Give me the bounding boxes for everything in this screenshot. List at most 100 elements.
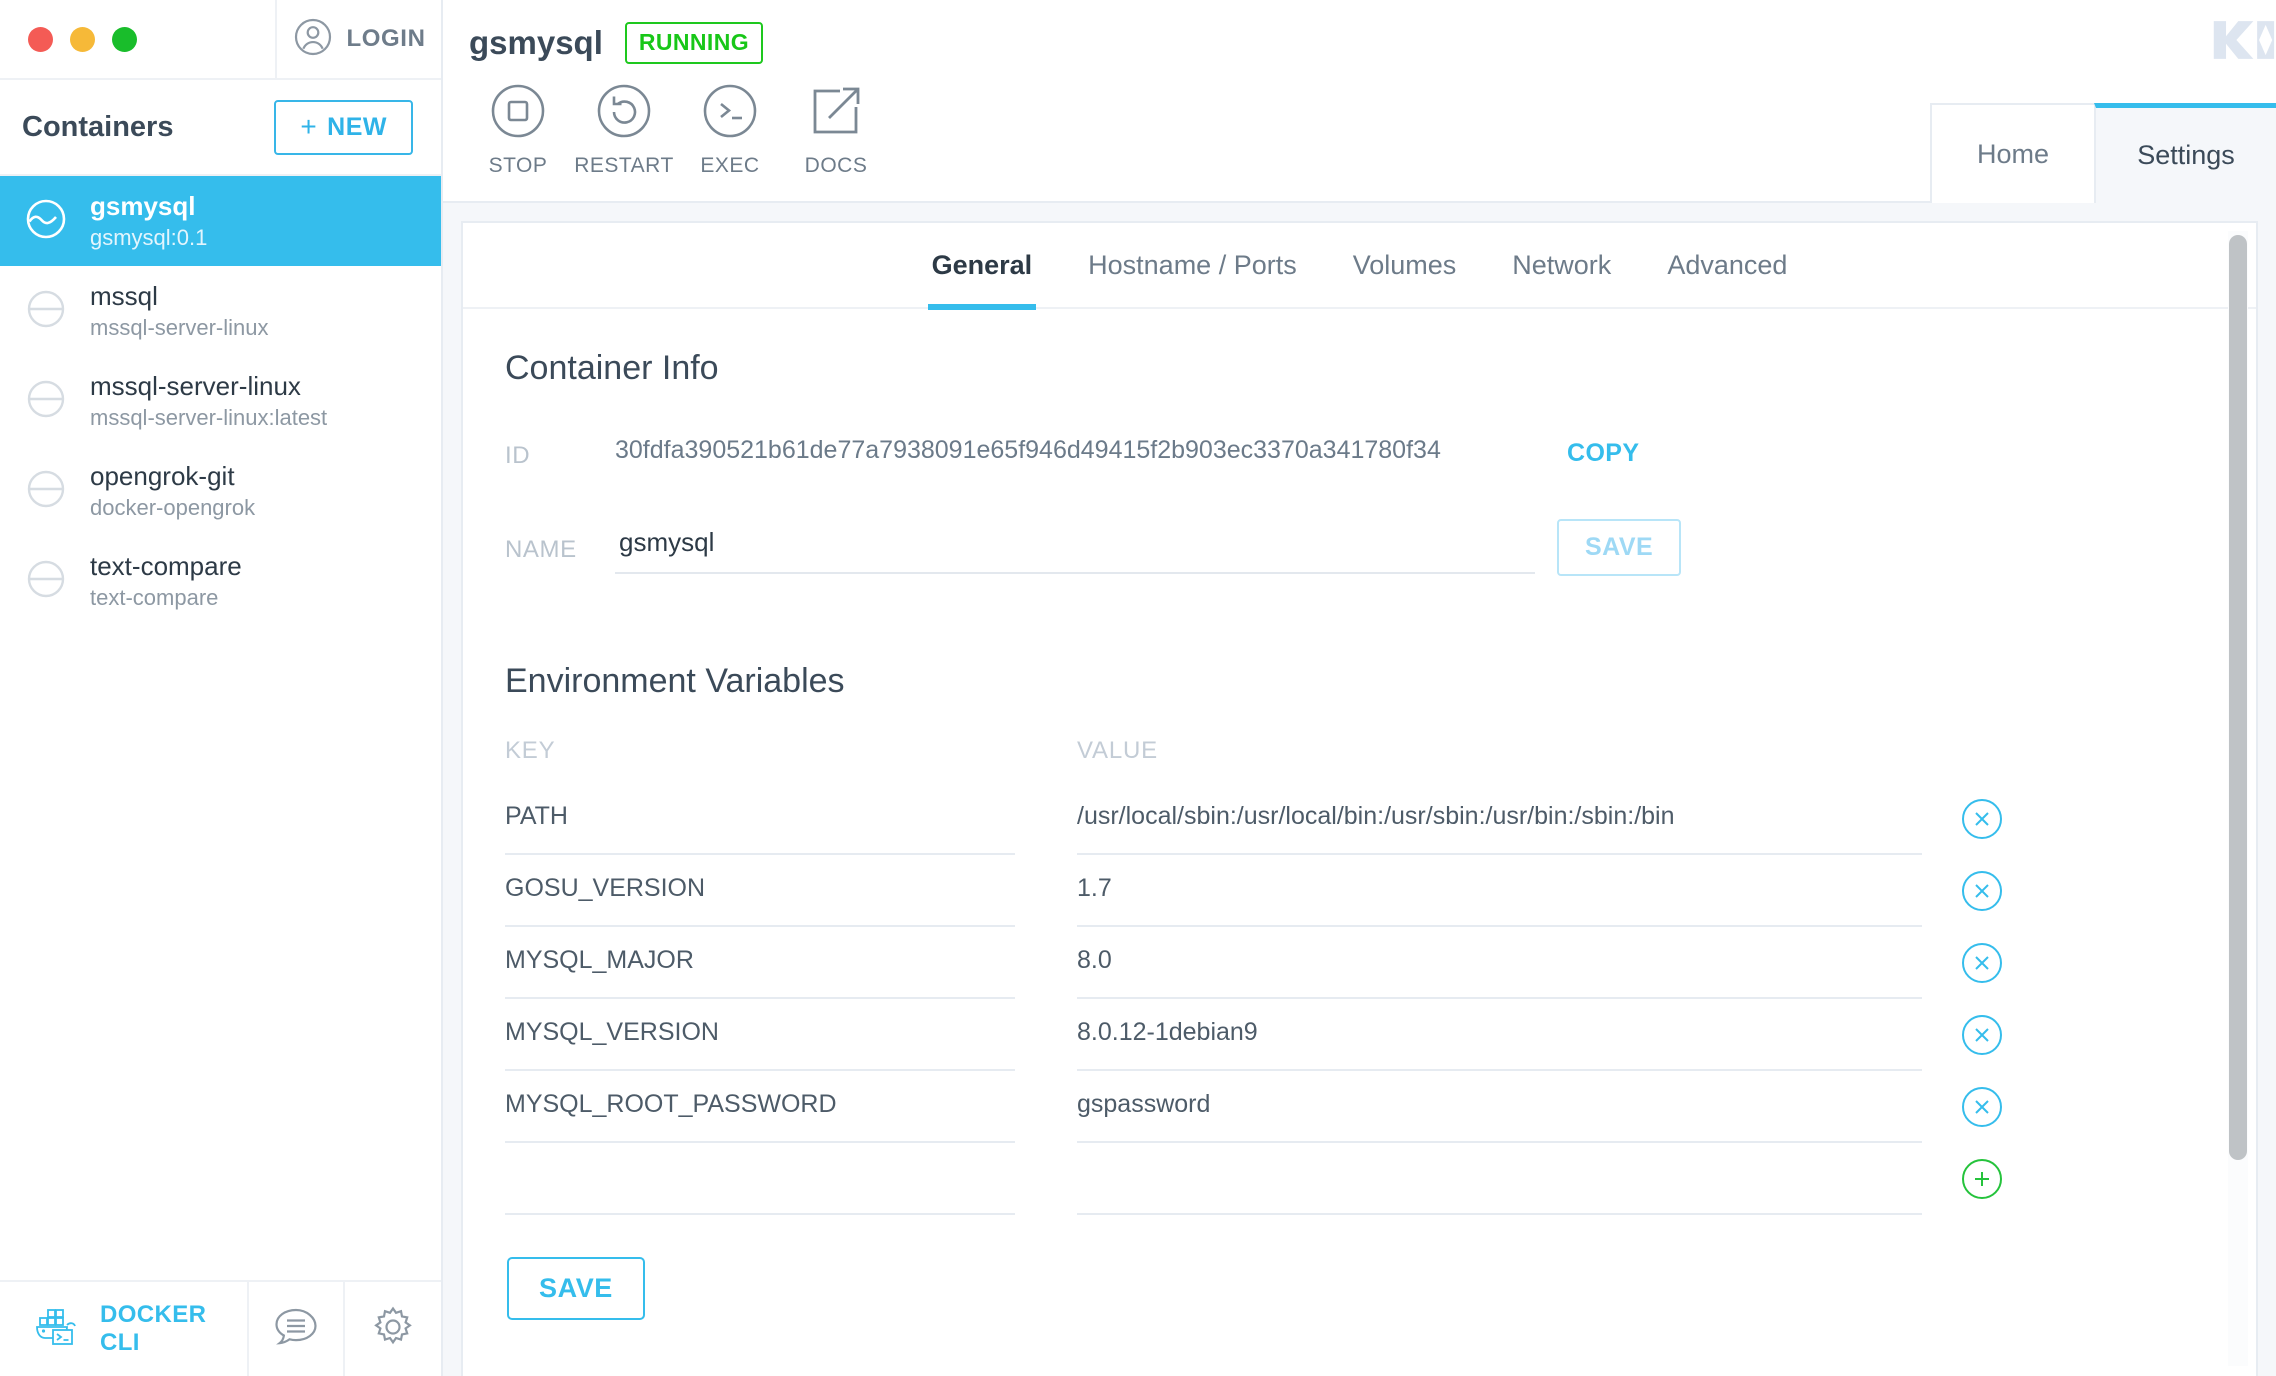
env-value-field[interactable]: 1.7 xyxy=(1077,855,1922,927)
restart-arrow-icon xyxy=(595,82,653,145)
gear-icon xyxy=(370,1304,416,1355)
save-environment-button[interactable]: SAVE xyxy=(507,1257,645,1320)
chat-button[interactable] xyxy=(249,1282,345,1376)
env-key-field[interactable]: PATH xyxy=(505,783,1015,855)
environment-variables-heading: Environment Variables xyxy=(505,662,845,700)
table-row: GOSU_VERSION 1.7 xyxy=(505,855,2196,927)
app-window: LOGIN Containers + NEW gsmysql gsmysql:0… xyxy=(0,0,2276,1376)
docker-whale-terminal-icon xyxy=(34,1305,82,1354)
sidebar-item-gsmysql[interactable]: gsmysql gsmysql:0.1 xyxy=(0,176,441,266)
exec-button[interactable]: EXEC xyxy=(677,82,783,178)
tab-settings-label: Settings xyxy=(2137,140,2235,170)
container-title-row: gsmysql RUNNING xyxy=(443,0,2276,64)
sidebar-item-mssql[interactable]: mssql mssql-server-linux xyxy=(0,266,441,356)
subtab-volumes[interactable]: Volumes xyxy=(1325,223,1485,308)
subtab-general[interactable]: General xyxy=(904,223,1061,310)
minimize-window-button[interactable] xyxy=(70,26,95,52)
external-link-icon xyxy=(807,82,865,145)
main-tabs: Home Settings xyxy=(1930,103,2276,203)
main-panel: gsmysql RUNNING STOP RESTART EXEC DOCS H… xyxy=(443,0,2276,1376)
container-name-label: NAME xyxy=(505,535,577,563)
close-window-button[interactable] xyxy=(28,26,53,52)
subtab-advanced[interactable]: Advanced xyxy=(1639,223,1815,308)
subtab-general-label: General xyxy=(931,249,1033,280)
docker-cli-label: DOCKER CLI xyxy=(100,1301,207,1356)
env-value-field[interactable]: 8.0.12-1debian9 xyxy=(1077,999,1922,1071)
login-label: LOGIN xyxy=(346,25,426,52)
env-value-field-new[interactable] xyxy=(1077,1143,1922,1215)
stop-square-icon xyxy=(489,82,547,145)
close-circle-icon[interactable] xyxy=(1962,799,2002,839)
table-row-new xyxy=(505,1143,2196,1215)
container-image: mssql-server-linux:latest xyxy=(90,405,328,430)
vertical-scrollbar[interactable] xyxy=(2228,231,2248,1366)
env-row-actions xyxy=(1922,799,2042,839)
close-circle-icon[interactable] xyxy=(1962,1015,2002,1055)
container-id-row: ID 30fdfa390521b61de77a7938091e65f946d49… xyxy=(505,436,2196,471)
env-value-field[interactable]: gspassword xyxy=(1077,1071,1922,1143)
login-button[interactable]: LOGIN xyxy=(277,0,441,79)
container-name: gsmysql xyxy=(90,191,196,221)
container-stopped-icon xyxy=(24,467,68,516)
container-name: opengrok-git xyxy=(90,461,235,491)
env-key-field[interactable]: MYSQL_MAJOR xyxy=(505,927,1015,999)
containers-heading: Containers xyxy=(22,110,174,143)
tab-home[interactable]: Home xyxy=(1930,103,2094,203)
env-row-actions xyxy=(1922,1159,2042,1199)
tab-home-label: Home xyxy=(1976,138,2050,169)
env-row-actions xyxy=(1922,871,2042,911)
container-stopped-icon xyxy=(24,287,68,336)
container-list: gsmysql gsmysql:0.1 mssql mssql-server-l… xyxy=(0,176,441,1280)
restart-button[interactable]: RESTART xyxy=(571,82,677,178)
table-row: MYSQL_ROOT_PASSWORD gspassword xyxy=(505,1071,2196,1143)
docker-cli-button[interactable]: DOCKER CLI xyxy=(0,1282,249,1376)
subtab-hostname-ports[interactable]: Hostname / Ports xyxy=(1060,223,1325,308)
window-titlebar: LOGIN xyxy=(0,0,441,80)
settings-button[interactable] xyxy=(345,1282,441,1376)
container-id-value: 30fdfa390521b61de77a7938091e65f946d49415… xyxy=(615,436,1441,464)
close-circle-icon[interactable] xyxy=(1962,943,2002,983)
env-row-actions xyxy=(1922,943,2042,983)
close-circle-icon[interactable] xyxy=(1962,871,2002,911)
sidebar-item-text-compare[interactable]: text-compare text-compare xyxy=(0,536,441,626)
status-badge: RUNNING xyxy=(624,22,764,64)
subtab-volumes-label: Volumes xyxy=(1352,249,1457,280)
plus-icon: + xyxy=(300,111,318,142)
scrollbar-thumb[interactable] xyxy=(2229,235,2247,1160)
env-value-field[interactable]: /usr/local/sbin:/usr/local/bin:/usr/sbin… xyxy=(1077,783,1922,855)
new-container-label: NEW xyxy=(327,112,387,141)
tab-settings[interactable]: Settings xyxy=(2094,103,2276,203)
container-name: mssql xyxy=(90,281,158,311)
copy-id-button[interactable]: COPY xyxy=(1567,439,1639,468)
new-container-button[interactable]: + NEW xyxy=(274,99,413,155)
env-value-field[interactable]: 8.0 xyxy=(1077,927,1922,999)
container-stopped-icon xyxy=(24,557,68,606)
env-key-field[interactable]: MYSQL_ROOT_PASSWORD xyxy=(505,1071,1015,1143)
subtab-network[interactable]: Network xyxy=(1484,223,1639,308)
sidebar-footer: DOCKER CLI xyxy=(0,1280,441,1376)
env-key-field-new[interactable] xyxy=(505,1143,1015,1215)
container-name-input[interactable] xyxy=(615,521,1535,574)
sidebar-item-mssql-server-linux[interactable]: mssql-server-linux mssql-server-linux:la… xyxy=(0,356,441,446)
zoom-window-button[interactable] xyxy=(112,26,137,52)
terminal-prompt-icon xyxy=(701,82,759,145)
plus-circle-icon[interactable] xyxy=(1962,1159,2002,1199)
stop-button[interactable]: STOP xyxy=(465,82,571,178)
settings-card: General Hostname / Ports Volumes Network… xyxy=(461,221,2258,1376)
close-circle-icon[interactable] xyxy=(1962,1087,2002,1127)
env-key-field[interactable]: MYSQL_VERSION xyxy=(505,999,1015,1071)
restart-label: RESTART xyxy=(574,154,674,177)
docs-button[interactable]: DOCS xyxy=(783,82,889,178)
content-wrapper: General Hostname / Ports Volumes Network… xyxy=(443,203,2276,1376)
sidebar-item-opengrok-git[interactable]: opengrok-git docker-opengrok xyxy=(0,446,441,536)
page-title: gsmysql xyxy=(469,24,603,61)
container-image: text-compare xyxy=(90,585,219,610)
container-stopped-icon xyxy=(24,377,68,426)
container-name: text-compare xyxy=(90,551,242,581)
brand-logo-icon xyxy=(2210,14,2276,66)
container-image: gsmysql:0.1 xyxy=(90,225,208,250)
column-header-value: VALUE xyxy=(1077,737,1158,764)
table-row: MYSQL_MAJOR 8.0 xyxy=(505,927,2196,999)
save-name-button[interactable]: SAVE xyxy=(1557,519,1682,576)
env-key-field[interactable]: GOSU_VERSION xyxy=(505,855,1015,927)
